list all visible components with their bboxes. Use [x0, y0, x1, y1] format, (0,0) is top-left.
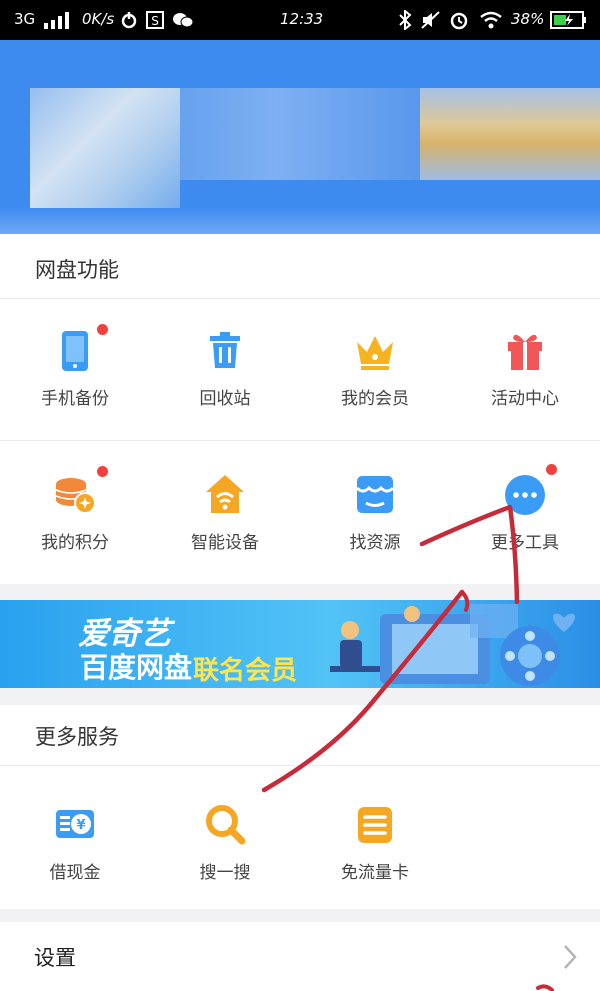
membership-badge-blur [420, 88, 600, 180]
grid-item-data-card[interactable]: 免流量卡 [300, 802, 450, 922]
svg-text:¥: ¥ [76, 818, 85, 833]
search-icon [206, 805, 246, 845]
section-title: 网盘功能 [35, 258, 119, 282]
battery-icon [550, 11, 586, 29]
coins-icon [55, 478, 96, 514]
settings-label: 设置 [34, 946, 76, 970]
signal-icon [44, 12, 69, 29]
banner-product: 百度网盘 [80, 651, 193, 684]
wechat-icon [173, 13, 194, 28]
grid-item-label: 回收站 [199, 389, 251, 409]
net-speed: 0K/s [82, 10, 115, 28]
grid-item-label: 借现金 [49, 863, 101, 883]
new-badge [546, 464, 557, 475]
trash-icon [210, 332, 240, 368]
grid-item-activity-center[interactable]: 活动中心 [450, 328, 600, 448]
network-type: 3G [14, 10, 36, 28]
grid-item-find-resources[interactable]: 找资源 [300, 472, 450, 592]
more-icon [505, 475, 545, 515]
grid-item-phone-backup[interactable]: 手机备份 [0, 324, 150, 448]
cash-loan-icon: ¥ [56, 810, 94, 838]
username-blur [180, 88, 420, 180]
grid-item-label: 更多工具 [491, 533, 559, 553]
grid-item-smart-device[interactable]: 智能设备 [150, 472, 300, 592]
wifi-icon [480, 11, 502, 29]
banner-illustration [330, 604, 575, 686]
status-bar: 3G 0K/s S 12:33 38% [0, 0, 600, 40]
disk-functions-card: 网盘功能 手机备份 回收站 我的会员 活动中心 我的积分 智能设备 找资源 更多… [0, 234, 600, 584]
crown-icon [357, 336, 393, 370]
grid-item-search[interactable]: 搜一搜 [150, 802, 300, 922]
grid-item-label: 我的会员 [341, 389, 409, 409]
grid-item-membership[interactable]: 我的会员 [300, 328, 450, 448]
app-s-icon: S [146, 11, 164, 29]
svg-text:S: S [151, 14, 159, 28]
smart-home-icon [206, 475, 244, 513]
grid-item-label: 搜一搜 [199, 863, 251, 883]
iqiyi-promo-banner[interactable]: 爱奇艺 百度网盘 联名会员 [0, 600, 600, 688]
grid-item-cash-loan[interactable]: ¥ 借现金 [0, 802, 150, 922]
profile-header[interactable] [0, 40, 600, 234]
new-badge [97, 324, 108, 335]
gift-icon [508, 334, 542, 370]
section-title: 更多服务 [35, 725, 119, 749]
grid-item-label: 免流量卡 [341, 863, 409, 883]
bluetooth-icon [399, 10, 412, 30]
grid-item-recycle-bin[interactable]: 回收站 [150, 328, 300, 448]
phone-backup-icon [62, 331, 88, 371]
new-badge [97, 466, 108, 477]
grid-item-label: 智能设备 [191, 533, 259, 553]
grid-item-label: 找资源 [349, 533, 401, 553]
alarm-icon [450, 12, 468, 30]
data-card-icon [358, 807, 392, 843]
grid-item-label: 手机备份 [41, 389, 109, 409]
more-services-card: 更多服务 ¥ 借现金 搜一搜 免流量卡 [0, 705, 600, 909]
store-icon [355, 476, 395, 513]
mute-icon [421, 11, 440, 29]
clock: 12:33 [280, 10, 324, 28]
grid-item-label: 我的积分 [41, 533, 109, 553]
settings-row[interactable]: 设置 [0, 922, 600, 991]
chevron-right-icon [564, 945, 577, 969]
grid-item-points[interactable]: 我的积分 [0, 466, 150, 592]
battery-percent: 38% [511, 10, 545, 28]
avatar[interactable] [30, 88, 180, 208]
grid-item-label: 活动中心 [491, 389, 559, 409]
grid-item-more-tools[interactable]: 更多工具 [450, 464, 600, 592]
banner-offer: 联名会员 [193, 656, 298, 686]
sync-icon [121, 12, 137, 29]
